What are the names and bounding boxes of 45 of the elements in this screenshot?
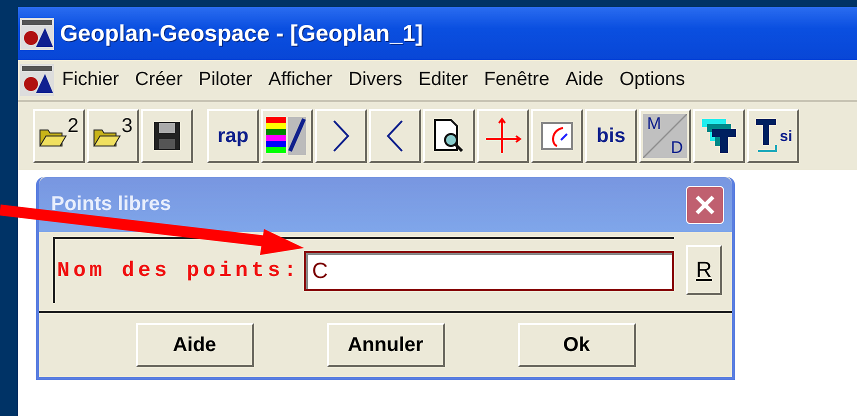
toolbar-number: 3	[121, 115, 133, 138]
toolbar-button[interactable]: rap	[207, 109, 259, 163]
menu-item[interactable]: Aide	[557, 69, 612, 91]
menu-item[interactable]: Créer	[127, 69, 191, 91]
dialog-button[interactable]: Aide	[136, 323, 254, 367]
toolbar-button[interactable]: si	[747, 109, 799, 163]
menu-item[interactable]: Fichier	[54, 69, 128, 91]
r-button[interactable]: R	[686, 245, 722, 295]
menu-item[interactable]: Piloter	[190, 69, 260, 91]
toolbar-label: bis	[596, 124, 626, 148]
window-title: Geoplan-Geospace - [Geoplan_1]	[60, 20, 423, 47]
toolbar-button[interactable]	[369, 109, 421, 163]
menu-item[interactable]: Divers	[340, 69, 410, 91]
dialog-title: Points libres	[51, 193, 172, 216]
toolbar-button[interactable]	[423, 109, 475, 163]
menu-item[interactable]: Editer	[410, 69, 476, 91]
menu-item[interactable]: Options	[611, 69, 693, 91]
color-palette-icon	[266, 117, 308, 155]
app-logo-icon	[20, 18, 54, 50]
dialog-button[interactable]: Ok	[518, 323, 636, 367]
chevron-right-icon	[332, 119, 350, 153]
dialog-button[interactable]: Annuler	[326, 323, 444, 367]
toolbar-button[interactable]	[261, 109, 313, 163]
toolbar-button[interactable]: 2	[33, 109, 85, 163]
toolbar-button[interactable]	[693, 109, 745, 163]
arc-icon	[541, 122, 573, 150]
document-magnifier-icon	[433, 118, 465, 154]
coordinate-axes-icon	[484, 117, 522, 155]
menu-item[interactable]: Afficher	[260, 69, 340, 91]
toolbar-button[interactable]: bis	[585, 109, 637, 163]
chevron-left-icon	[386, 119, 404, 153]
app-logo-icon	[20, 64, 54, 96]
toolbar-label: rap	[217, 124, 249, 148]
close-button[interactable]	[686, 186, 724, 224]
menu-item[interactable]: Fenêtre	[476, 69, 558, 91]
toolbar-number: 2	[67, 115, 79, 138]
close-icon	[694, 194, 716, 216]
toolbar-button[interactable]	[315, 109, 367, 163]
field-label: Nom des points:	[57, 260, 300, 282]
toolbar-button[interactable]: 3	[87, 109, 139, 163]
input-field[interactable]: C	[304, 251, 674, 291]
stacked-t-icon	[700, 117, 738, 155]
toolbar-label: si	[780, 128, 792, 144]
t-letter-icon	[754, 117, 780, 155]
toolbar-button[interactable]	[141, 109, 193, 163]
